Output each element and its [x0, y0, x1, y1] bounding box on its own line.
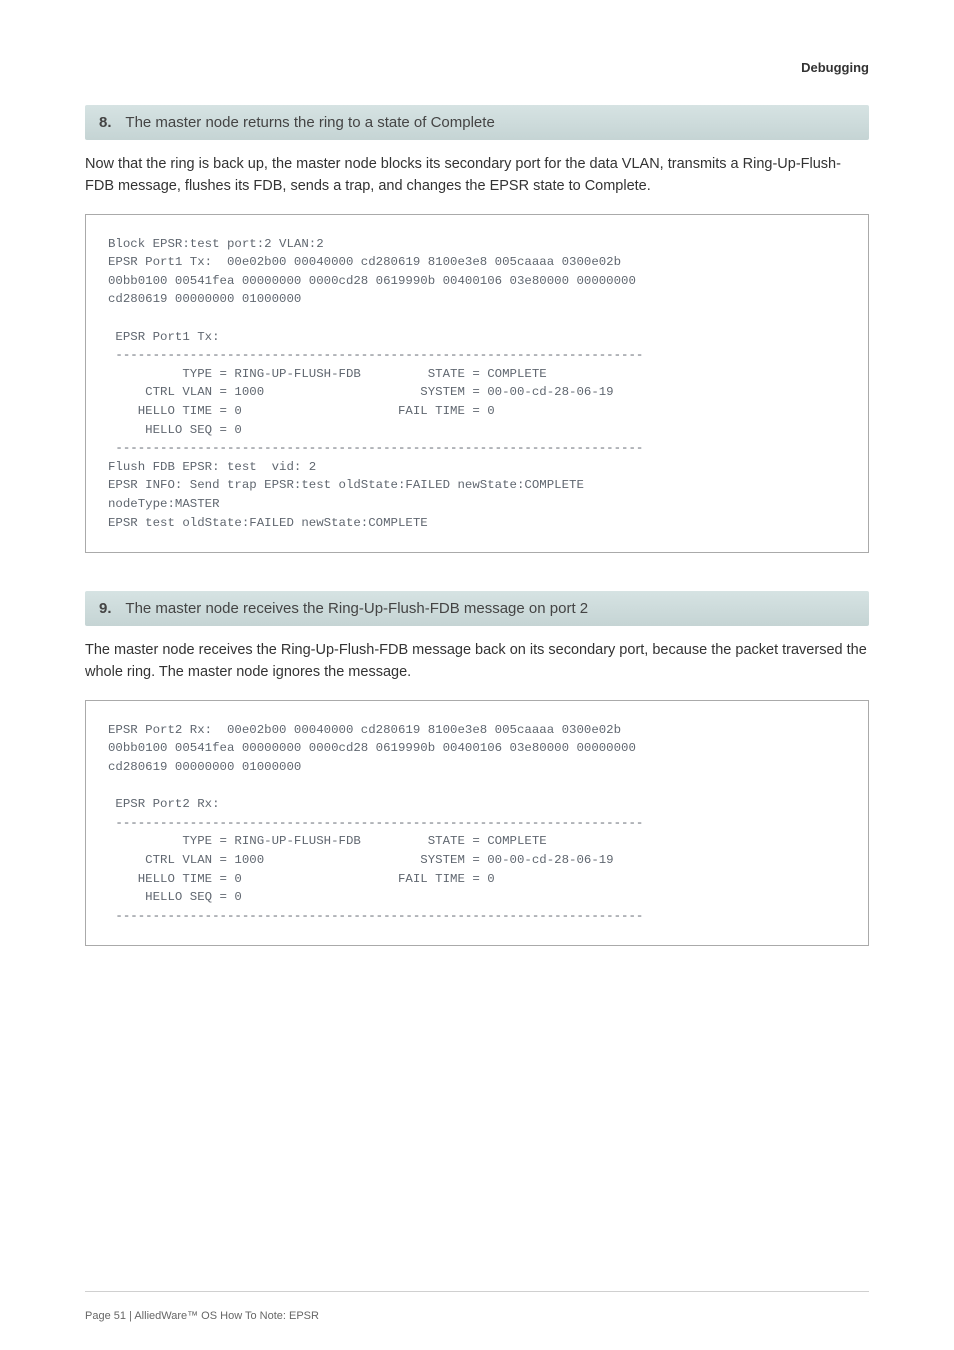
page: Debugging 8. The master node returns the… [0, 0, 954, 1350]
page-footer: Page 51 | AlliedWare™ OS How To Note: EP… [85, 1310, 319, 1322]
step-8-title: The master node returns the ring to a st… [125, 114, 494, 131]
footer-rule [85, 1291, 869, 1292]
step-8-num: 8. [99, 114, 112, 131]
step-8-code: Block EPSR:test port:2 VLAN:2 EPSR Port1… [85, 214, 869, 554]
step-9-header: 9. The master node receives the Ring-Up-… [85, 591, 869, 626]
step-9-title: The master node receives the Ring-Up-Flu… [125, 600, 588, 617]
step-9-num: 9. [99, 600, 112, 617]
step-8-body: Now that the ring is back up, the master… [85, 154, 869, 198]
step-9-code: EPSR Port2 Rx: 00e02b00 00040000 cd28061… [85, 700, 869, 947]
breadcrumb: Debugging [85, 60, 869, 75]
step-9-body: The master node receives the Ring-Up-Flu… [85, 640, 869, 684]
step-8-header: 8. The master node returns the ring to a… [85, 105, 869, 140]
